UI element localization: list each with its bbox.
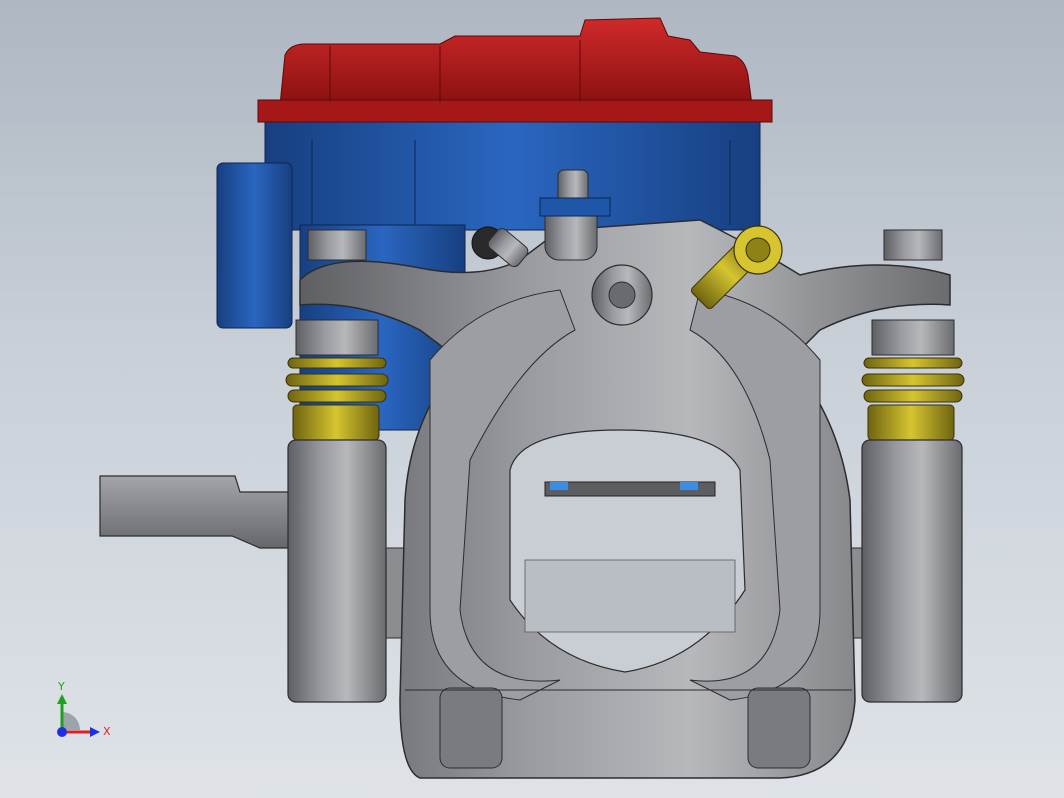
z-axis-dot (57, 727, 67, 737)
housing-cover (257, 17, 773, 123)
y-axis-label: Y (57, 680, 65, 693)
x-axis-label: X (103, 725, 111, 738)
caliper-model[interactable] (0, 0, 1064, 798)
view-orientation-triad[interactable]: Y X (40, 672, 120, 752)
right-spring (861, 357, 965, 441)
graphics-viewport[interactable]: Y X (0, 0, 1064, 798)
